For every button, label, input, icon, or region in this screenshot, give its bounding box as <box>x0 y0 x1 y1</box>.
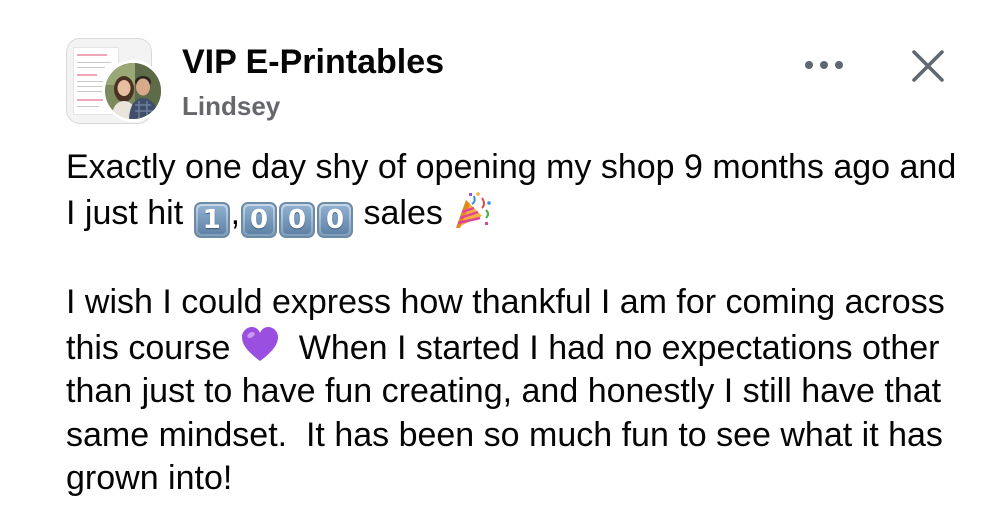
keycap-digit-1: 1 <box>193 201 230 238</box>
more-options-icon[interactable] <box>800 50 848 80</box>
post-paragraph-2: I wish I could express how thankful I am… <box>66 281 966 501</box>
post-text: Exactly one day shy of opening my shop 9… <box>66 146 966 501</box>
post-card: VIP E-Printables Lindsey Exactly one day… <box>0 0 996 531</box>
group-name[interactable]: VIP E-Printables <box>182 42 444 82</box>
close-icon[interactable] <box>906 44 950 88</box>
keycap-digit-0: 0 <box>279 201 316 238</box>
party-popper-icon <box>452 190 492 230</box>
purple-heart-icon <box>240 325 280 365</box>
comma: , <box>230 193 241 232</box>
keycap-digit-0: 0 <box>317 201 354 238</box>
user-avatar[interactable] <box>102 60 164 122</box>
keycap-digit-0: 0 <box>241 201 278 238</box>
author-name[interactable]: Lindsey <box>182 90 280 122</box>
group-avatar[interactable] <box>66 38 164 126</box>
post-paragraph-1: Exactly one day shy of opening my shop 9… <box>66 146 966 238</box>
sales-text: sales <box>354 193 453 232</box>
